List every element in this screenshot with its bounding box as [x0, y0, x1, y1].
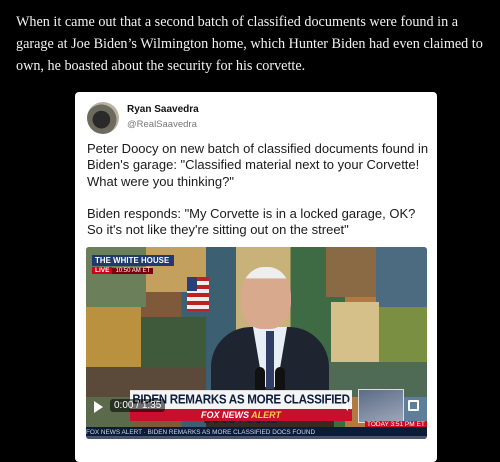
white-house-live-bug: THE WHITE HOUSE LIVE 10:50 AM ET — [92, 255, 174, 274]
embedded-tweet[interactable]: Ryan Saavedra @RealSaavedra Peter Doocy … — [75, 92, 437, 462]
tweet-handle[interactable]: @RealSaavedra — [127, 119, 197, 130]
collage-tile — [326, 247, 376, 297]
duration: 1:35 — [141, 400, 162, 411]
current-time: 0:00 — [114, 400, 134, 411]
article-caption: When it came out that a second batch of … — [16, 14, 483, 74]
live-badge: LIVE — [92, 267, 113, 274]
tweet-paragraph-2: Biden responds: "My Corvette is in a loc… — [87, 205, 416, 238]
video-time: 0:00 / 1:35 — [110, 399, 166, 412]
white-house-label: THE WHITE HOUSE — [92, 255, 174, 266]
tweet-user-name[interactable]: Ryan Saavedra — [127, 104, 199, 115]
tweet-text: Peter Doocy on new batch of classified d… — [87, 141, 432, 254]
collage-tile — [376, 247, 427, 307]
video-controls[interactable]: 0:00 / 1:35 — [86, 394, 427, 416]
collage-tile — [141, 317, 206, 372]
avatar[interactable] — [87, 102, 119, 134]
american-flag — [187, 277, 209, 311]
collage-tile — [379, 307, 427, 367]
tweet-paragraph-1: Peter Doocy on new batch of classified d… — [87, 141, 429, 189]
collage-tile — [86, 307, 141, 367]
video-player[interactable]: THE WHITE HOUSE LIVE 10:50 AM ET BIDEN R… — [86, 247, 427, 439]
live-time: 10:50 AM ET — [112, 267, 154, 274]
fullscreen-icon[interactable] — [408, 400, 419, 411]
collage-tile — [331, 302, 379, 362]
video-progress-bar[interactable] — [86, 436, 427, 439]
play-icon[interactable] — [94, 401, 103, 413]
volume-icon[interactable] — [342, 401, 354, 411]
